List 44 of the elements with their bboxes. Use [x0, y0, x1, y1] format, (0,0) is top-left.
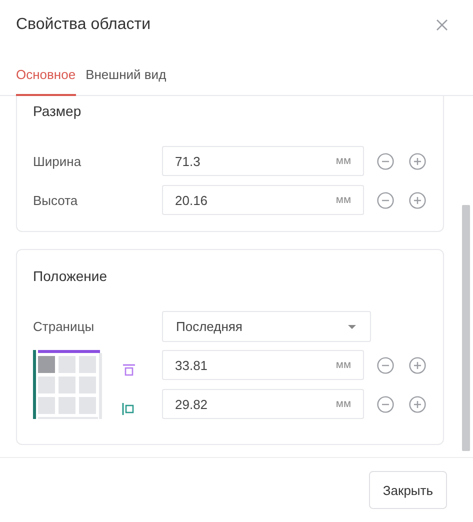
decrement-button[interactable]: [377, 356, 394, 374]
number-field[interactable]: 33.81 мм: [162, 350, 364, 380]
field-label: Высота: [33, 192, 79, 208]
decrement-button[interactable]: [377, 192, 394, 208]
anchor-cell[interactable]: [38, 397, 55, 414]
number-field[interactable]: 71.3 мм: [162, 146, 364, 176]
field-label: Страницы: [33, 319, 96, 334]
anchor-cell[interactable]: [38, 376, 55, 394]
section-title: Положение: [33, 267, 107, 286]
increment-button[interactable]: [409, 192, 426, 208]
unit-label: мм: [336, 155, 351, 167]
dialog-title: Свойства области: [16, 16, 151, 34]
left-edge-icon: [122, 402, 136, 414]
field-value: 33.81: [175, 358, 208, 372]
unit-label: мм: [336, 398, 351, 410]
anchor-cell[interactable]: [79, 376, 96, 394]
field-value: 71.3: [175, 154, 200, 168]
anchor-cell[interactable]: [58, 376, 76, 394]
close-icon[interactable]: [435, 18, 449, 32]
tab[interactable]: Внешний вид: [86, 67, 166, 96]
increment-button[interactable]: [409, 396, 426, 412]
number-field[interactable]: 29.82 мм: [162, 389, 364, 419]
anchor-cell[interactable]: [58, 356, 76, 373]
dropdown-value: Последняя: [176, 319, 242, 334]
unit-label: мм: [336, 194, 351, 206]
decrement-button[interactable]: [377, 396, 394, 412]
anchor-cell[interactable]: [79, 356, 96, 373]
anchor-cell[interactable]: [38, 356, 55, 373]
scrollbar-thumb[interactable]: [462, 205, 470, 451]
increment-button[interactable]: [409, 356, 426, 374]
caret-icon: [348, 324, 356, 328]
top-edge-icon: [122, 364, 136, 376]
close-button[interactable]: Закрыть: [368, 471, 447, 509]
number-field[interactable]: 20.16 мм: [162, 185, 364, 215]
increment-button[interactable]: [409, 152, 426, 170]
field-value: 29.82: [175, 396, 208, 412]
anchor-cell[interactable]: [79, 397, 96, 414]
field-value: 20.16: [175, 192, 208, 208]
pages-dropdown[interactable]: Последняя: [162, 311, 371, 342]
unit-label: мм: [336, 359, 351, 371]
decrement-button[interactable]: [377, 152, 394, 170]
field-label: Ширина: [33, 154, 82, 168]
anchor-cell[interactable]: [58, 397, 76, 414]
section-title: Размер: [33, 102, 82, 121]
